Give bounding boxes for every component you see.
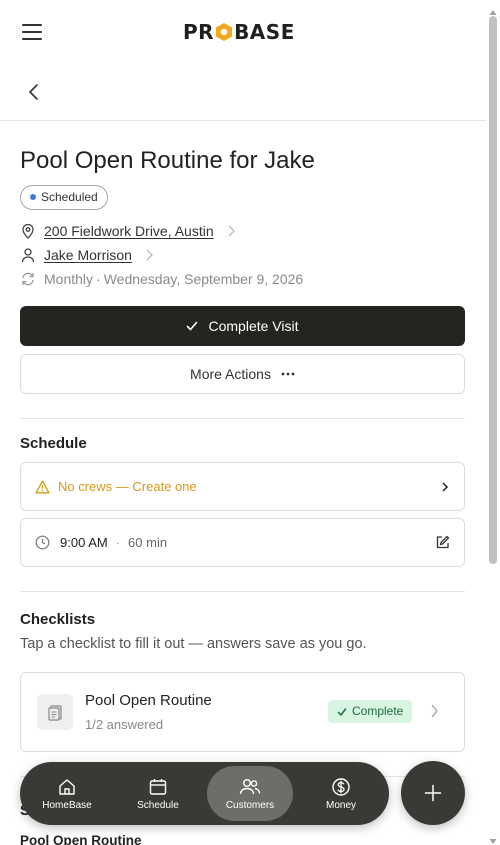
- crew-warning: No crews — Create one: [35, 479, 197, 494]
- back-chevron-icon[interactable]: [24, 82, 44, 102]
- add-button[interactable]: [401, 761, 465, 825]
- dollar-circle-icon: [331, 777, 351, 797]
- repeat-icon: [20, 271, 36, 287]
- back-row: [0, 64, 486, 121]
- logo-text-left: PR: [183, 20, 215, 44]
- checklists-subtitle: Tap a checklist to fill it out — answers…: [20, 636, 367, 652]
- customer-link[interactable]: Jake Morrison: [44, 247, 132, 263]
- checkmark-icon: [337, 707, 347, 717]
- nav-label: Customers: [225, 799, 275, 811]
- address-link[interactable]: 200 Fieldwork Drive, Austin: [44, 223, 214, 239]
- nav-schedule[interactable]: Schedule: [115, 766, 201, 821]
- calendar-icon: [148, 777, 168, 797]
- chevron-right-icon: [429, 703, 439, 719]
- scrollbar-thumb[interactable]: [489, 16, 497, 564]
- clipboard-icon: [37, 694, 73, 730]
- nav-label: Money: [325, 799, 356, 811]
- checklist-card[interactable]: Pool Open Routine 1/2 answered Complete: [20, 672, 465, 752]
- logo-hexagon-icon: [215, 22, 233, 42]
- complete-visit-button[interactable]: Complete Visit: [20, 306, 465, 346]
- status-badge: Scheduled: [20, 185, 108, 210]
- user-icon: [20, 247, 36, 263]
- address-row[interactable]: 200 Fieldwork Drive, Austin: [20, 221, 236, 241]
- visit-time: 9:00 AM: [60, 535, 108, 550]
- chevron-right-icon: [144, 249, 154, 261]
- scroll-up-arrow-icon[interactable]: [489, 4, 497, 15]
- nav-homebase[interactable]: HomeBase: [24, 766, 110, 821]
- more-actions-button[interactable]: More Actions: [20, 354, 465, 394]
- visit-date: Wednesday, September 9, 2026: [103, 271, 304, 287]
- checklist-name: Pool Open Routine: [85, 692, 212, 709]
- crew-warning-text: No crews — Create one: [58, 479, 197, 494]
- checklist-answered: 1/2 answered: [85, 717, 164, 732]
- nav-money[interactable]: Money: [298, 766, 384, 821]
- warning-triangle-icon: [35, 480, 50, 494]
- home-icon: [57, 777, 77, 797]
- logo-text-right: BASE: [234, 20, 295, 44]
- plus-icon: [424, 784, 442, 802]
- status-label: Scheduled: [41, 190, 98, 204]
- chevron-right-icon: [440, 481, 450, 493]
- complete-badge: Complete: [328, 700, 413, 723]
- complete-badge-label: Complete: [352, 704, 404, 718]
- divider: [20, 591, 465, 592]
- checkmark-icon: [186, 320, 198, 332]
- time-separator: ·: [115, 535, 121, 550]
- recurrence-separator: ·: [96, 271, 101, 287]
- divider: [20, 418, 465, 419]
- recurrence-row: Monthly · Wednesday, September 9, 2026: [20, 269, 303, 289]
- complete-visit-label: Complete Visit: [208, 318, 299, 334]
- scroll-down-arrow-icon[interactable]: [489, 832, 497, 844]
- crew-warning-card[interactable]: No crews — Create one: [20, 462, 465, 511]
- nav-customers[interactable]: Customers: [207, 766, 293, 821]
- map-pin-icon: [20, 223, 36, 239]
- nav-label: HomeBase: [42, 799, 92, 811]
- schedule-section-title: Schedule: [20, 435, 87, 452]
- checklists-section-title: Checklists: [20, 611, 96, 628]
- top-bar: PR BASE: [0, 0, 486, 64]
- visit-duration: 60 min: [128, 535, 168, 550]
- recurrence-frequency: Monthly: [44, 271, 94, 287]
- nav-label: Schedule: [137, 799, 179, 811]
- probase-logo[interactable]: PR BASE: [183, 20, 295, 44]
- time-card: 9:00 AM · 60 min: [20, 518, 465, 567]
- more-actions-label: More Actions: [190, 366, 271, 382]
- hamburger-menu-icon[interactable]: [22, 24, 42, 40]
- partial-item-title: Pool Open Routine: [20, 833, 142, 845]
- customer-row[interactable]: Jake Morrison: [20, 245, 154, 265]
- users-icon: [239, 777, 261, 797]
- page-title: Pool Open Routine for Jake: [20, 147, 315, 174]
- bottom-nav: HomeBase Schedule Customers Money: [20, 762, 389, 825]
- edit-icon[interactable]: [435, 535, 450, 550]
- clock-icon: [35, 535, 50, 550]
- more-dots-icon: [281, 372, 295, 376]
- status-dot-icon: [30, 194, 36, 200]
- chevron-right-icon: [226, 225, 236, 237]
